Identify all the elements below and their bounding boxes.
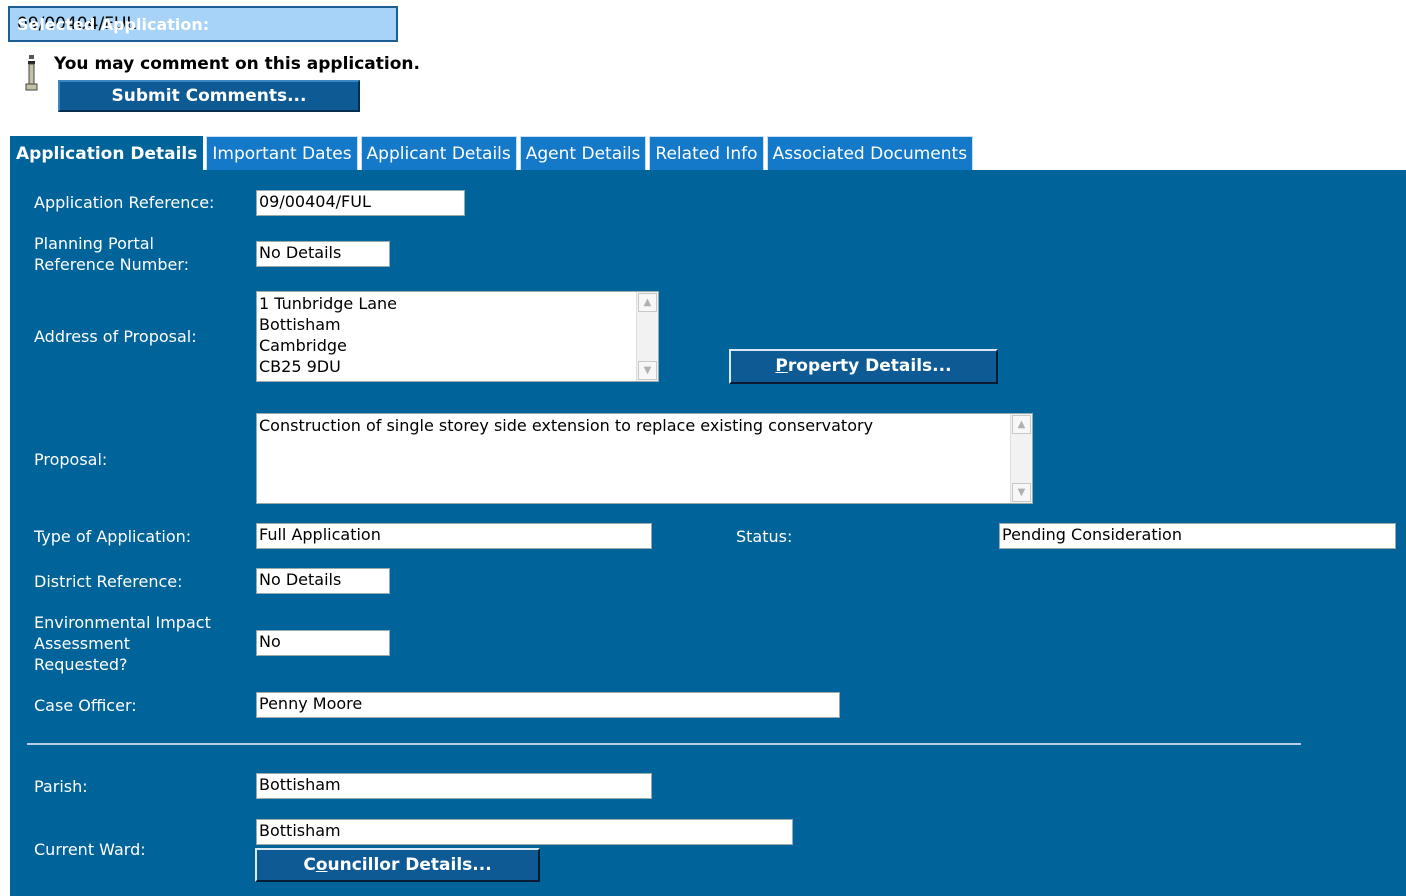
address-line-3: Cambridge bbox=[259, 336, 347, 355]
application-details-panel: Application Reference: 09/00404/FUL Plan… bbox=[10, 170, 1406, 896]
tab-associated-documents[interactable]: Associated Documents bbox=[766, 136, 974, 170]
eia-label-line2: Assessment bbox=[34, 634, 130, 653]
address-textarea[interactable]: 1 Tunbridge Lane Bottisham Cambridge CB2… bbox=[256, 291, 659, 382]
app-ref-field[interactable]: 09/00404/FUL bbox=[256, 190, 465, 216]
chevron-up-icon[interactable]: ▲ bbox=[1012, 415, 1031, 434]
property-details-label: roperty Details... bbox=[787, 356, 952, 376]
address-line-2: Bottisham bbox=[259, 315, 341, 334]
ward-field[interactable]: Bottisham bbox=[256, 819, 793, 845]
councillor-label-rest: uncillor Details... bbox=[327, 855, 492, 875]
chevron-down-icon[interactable]: ▼ bbox=[1012, 483, 1031, 502]
portal-ref-label: Planning Portal Reference Number: bbox=[34, 233, 189, 275]
type-field[interactable]: Full Application bbox=[256, 523, 652, 549]
eia-label: Environmental Impact Assessment Requeste… bbox=[34, 612, 211, 675]
eia-field[interactable]: No bbox=[256, 630, 390, 656]
submit-comments-button[interactable]: Submit Comments... bbox=[58, 80, 360, 112]
tab-application-details[interactable]: Application Details bbox=[10, 136, 204, 170]
tab-agent-details[interactable]: Agent Details bbox=[519, 136, 647, 170]
type-label: Type of Application: bbox=[34, 527, 192, 546]
ward-label: Current Ward: bbox=[34, 840, 146, 859]
chevron-down-icon[interactable]: ▼ bbox=[638, 361, 657, 380]
address-label: Address of Proposal: bbox=[34, 327, 197, 346]
address-scrollbar[interactable]: ▲ ▼ bbox=[636, 292, 658, 381]
section-divider bbox=[27, 743, 1301, 745]
status-label: Status: bbox=[736, 527, 793, 546]
portal-ref-label-line1: Planning Portal bbox=[34, 234, 154, 253]
eia-label-line3: Requested? bbox=[34, 655, 128, 674]
parish-field[interactable]: Bottisham bbox=[256, 773, 652, 799]
selected-application-label: Selected Application: bbox=[17, 15, 210, 34]
tab-applicant-details[interactable]: Applicant Details bbox=[360, 136, 517, 170]
tab-bar: Application Details Important Dates Appl… bbox=[10, 136, 976, 170]
property-details-accesskey: P bbox=[775, 356, 788, 376]
proposal-label: Proposal: bbox=[34, 450, 108, 469]
property-details-button[interactable]: Property Details... bbox=[729, 349, 998, 384]
councillor-details-accesskey: o bbox=[315, 855, 328, 875]
officer-field[interactable]: Penny Moore bbox=[256, 692, 840, 718]
district-ref-label: District Reference: bbox=[34, 572, 183, 591]
selected-application-box: Selected Application: 09/00404/FUL bbox=[8, 6, 398, 42]
councillor-label-start: C bbox=[303, 855, 316, 875]
chevron-up-icon[interactable]: ▲ bbox=[638, 293, 657, 312]
proposal-scrollbar[interactable]: ▲ ▼ bbox=[1010, 414, 1032, 503]
proposal-textarea[interactable]: Construction of single storey side exten… bbox=[256, 413, 1033, 504]
portal-ref-label-line2: Reference Number: bbox=[34, 255, 190, 274]
officer-label: Case Officer: bbox=[34, 696, 137, 715]
info-person-icon bbox=[25, 55, 38, 91]
district-ref-field[interactable]: No Details bbox=[256, 568, 390, 594]
status-field[interactable]: Pending Consideration bbox=[999, 523, 1396, 549]
parish-label: Parish: bbox=[34, 777, 88, 796]
comment-message: You may comment on this application. bbox=[54, 54, 420, 74]
portal-ref-field[interactable]: No Details bbox=[256, 241, 390, 267]
tab-related-info[interactable]: Related Info bbox=[649, 136, 764, 170]
eia-label-line1: Environmental Impact bbox=[34, 613, 211, 632]
councillor-details-button[interactable]: Councillor Details... bbox=[255, 848, 540, 882]
app-ref-label: Application Reference: bbox=[34, 193, 215, 212]
address-line-4: CB25 9DU bbox=[259, 357, 341, 376]
tab-important-dates[interactable]: Important Dates bbox=[206, 136, 358, 170]
address-line-1: 1 Tunbridge Lane bbox=[259, 294, 398, 313]
proposal-text: Construction of single storey side exten… bbox=[259, 416, 874, 435]
